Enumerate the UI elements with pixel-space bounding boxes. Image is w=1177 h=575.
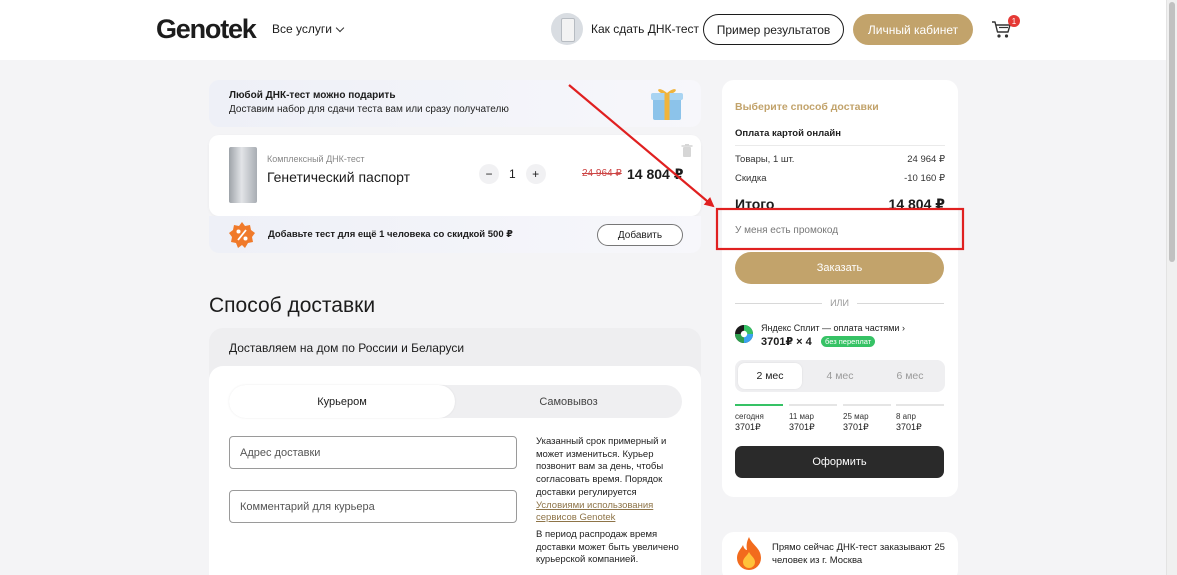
- tab-2-months[interactable]: 2 мес: [738, 363, 802, 389]
- dna-kit-image: [229, 147, 257, 203]
- schedule-bar: [896, 404, 944, 406]
- or-label: ИЛИ: [830, 298, 849, 308]
- product-category: Комплексный ДНК-тест: [267, 154, 365, 164]
- all-services-label: Все услуги: [272, 22, 332, 36]
- schedule-date: 25 мар: [843, 412, 869, 421]
- divider: [735, 145, 945, 146]
- total-value: 14 804 ₽: [888, 196, 945, 212]
- schedule-bar: [843, 404, 891, 406]
- divider-line: [735, 302, 823, 304]
- address-field[interactable]: [229, 436, 517, 469]
- delivery-heading: Способ доставки: [209, 294, 376, 317]
- chevron-down-icon: [335, 23, 345, 32]
- schedule-date: сегодня: [735, 412, 764, 421]
- divider-line: [856, 302, 944, 304]
- schedule-amount: 3701₽: [843, 422, 869, 432]
- page-scrollbar[interactable]: [1166, 0, 1177, 575]
- increase-quantity-button[interactable]: +: [525, 164, 546, 184]
- installment-period-tabs: 2 мес 4 мес 6 мес: [735, 360, 945, 392]
- gift-icon: [651, 89, 683, 120]
- example-results-button[interactable]: Пример результатов: [703, 14, 844, 45]
- schedule-date: 11 мар: [789, 412, 814, 421]
- total-label: Итого: [735, 196, 775, 212]
- courier-comment-field[interactable]: [229, 490, 517, 523]
- schedule-item: 11 мар 3701₽: [789, 404, 837, 433]
- delivery-note-text: Указанный срок примерный и может изменит…: [536, 436, 667, 498]
- schedule-item: сегодня 3701₽: [735, 404, 783, 433]
- chevron-right-icon: ›: [901, 323, 905, 333]
- yandex-split-icon: [735, 325, 753, 343]
- cart-count-badge: 1: [1008, 15, 1020, 27]
- order-summary: Выберите способ доставки Оплата картой о…: [722, 80, 958, 497]
- goods-value: 24 964 ₽: [907, 154, 945, 165]
- schedule-bar-paid: [735, 404, 783, 406]
- schedule-amount: 3701₽: [735, 422, 761, 432]
- schedule-amount: 3701₽: [896, 422, 922, 432]
- schedule-bar: [789, 404, 837, 406]
- add-test-banner: Добавьте тест для ещё 1 человека со скид…: [209, 216, 701, 253]
- delivery-method-switch: Курьером Самовывоз: [229, 385, 682, 418]
- scrollbar-thumb[interactable]: [1169, 2, 1175, 262]
- goods-label: Товары, 1 шт.: [735, 154, 795, 165]
- old-price: 24 964 ₽: [582, 168, 622, 179]
- gift-banner-title: Любой ДНК-тест можно подарить: [229, 90, 396, 101]
- dna-kit-thumbnail: [551, 13, 583, 45]
- tab-4-months[interactable]: 4 мес: [808, 363, 872, 389]
- or-divider: ИЛИ: [735, 298, 944, 308]
- payment-method: Оплата картой онлайн: [735, 128, 841, 139]
- goods-row: Товары, 1 шт. 24 964 ₽: [735, 154, 945, 165]
- tab-6-months[interactable]: 6 мес: [878, 363, 942, 389]
- trash-icon[interactable]: [681, 144, 693, 157]
- product-name[interactable]: Генетический паспорт: [267, 169, 410, 185]
- logo[interactable]: Genotek: [156, 14, 257, 45]
- checkout-button[interactable]: Оформить: [735, 446, 944, 478]
- social-proof-text: Прямо сейчас ДНК-тест заказывают 25 чело…: [772, 542, 945, 566]
- schedule-item: 25 мар 3701₽: [843, 404, 891, 433]
- tab-pickup[interactable]: Самовывоз: [455, 385, 682, 418]
- promo-code-link[interactable]: У меня есть промокод: [735, 225, 838, 236]
- order-button[interactable]: Заказать: [735, 252, 944, 284]
- discount-label: Скидка: [735, 173, 767, 184]
- gift-banner-subtitle: Доставим набор для сдачи теста вам или с…: [229, 104, 509, 115]
- all-services-menu[interactable]: Все услуги: [272, 22, 345, 36]
- current-price: 14 804 ₽: [627, 166, 684, 182]
- yandex-split-label: Яндекс Сплит — оплата частями: [761, 323, 900, 333]
- schedule-date: 8 апр: [896, 412, 916, 421]
- personal-account-button[interactable]: Личный кабинет: [853, 14, 973, 45]
- social-proof-card: Прямо сейчас ДНК-тест заказывают 25 чело…: [722, 532, 958, 575]
- add-test-button[interactable]: Добавить: [597, 224, 683, 246]
- site-header: Genotek Все услуги Как сдать ДНК-тест Пр…: [0, 0, 1166, 60]
- schedule-amount: 3701₽: [789, 422, 815, 432]
- tab-courier[interactable]: Курьером: [229, 385, 455, 418]
- total-row: Итого 14 804 ₽: [735, 196, 945, 213]
- quantity-stepper: − 1 +: [479, 164, 546, 184]
- sales-delay-note: В период распродаж время доставки может …: [536, 528, 679, 566]
- gift-banner: Любой ДНК-тест можно подарить Доставим н…: [209, 80, 701, 127]
- no-overpayment-badge: без переплат: [821, 336, 876, 347]
- quantity-value: 1: [509, 167, 516, 181]
- delivery-form: Курьером Самовывоз Указанный срок пример…: [209, 366, 701, 575]
- how-to-take-test-label: Как сдать ДНК-тест: [591, 22, 700, 36]
- yandex-split-title: Яндекс Сплит — оплата частями ›: [761, 323, 961, 333]
- delivery-card: Доставляем на дом по России и Беларуси К…: [209, 328, 701, 575]
- decrease-quantity-button[interactable]: −: [479, 164, 499, 184]
- summary-title: Выберите способ доставки: [735, 101, 879, 113]
- schedule-item: 8 апр 3701₽: [896, 404, 944, 433]
- delivery-note: Указанный срок примерный и может изменит…: [536, 436, 681, 571]
- cart-item-card: Комплексный ДНК-тест Генетический паспор…: [209, 135, 701, 216]
- discount-value: -10 160 ₽: [904, 173, 945, 184]
- fire-icon: [737, 537, 761, 570]
- discount-row: Скидка -10 160 ₽: [735, 173, 945, 184]
- installment-amount: 3701₽ × 4: [761, 336, 812, 348]
- add-test-text: Добавьте тест для ещё 1 человека со скид…: [268, 229, 513, 240]
- delivery-card-title: Доставляем на дом по России и Беларуси: [229, 341, 465, 355]
- how-to-take-test-link[interactable]: Как сдать ДНК-тест: [551, 13, 699, 45]
- percent-badge-icon: [229, 222, 255, 248]
- terms-link[interactable]: Условиями использования сервисов Genotek: [536, 500, 653, 524]
